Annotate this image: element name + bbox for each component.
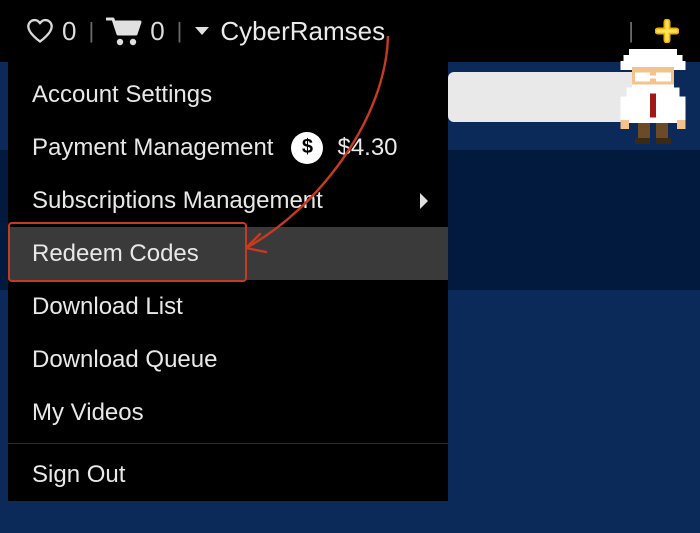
balance-amount: $4.30 [337, 134, 397, 162]
menu-label: My Videos [32, 399, 144, 427]
menu-download-queue[interactable]: Download Queue [8, 333, 448, 386]
wishlist-count: 0 [62, 16, 76, 47]
dollar-icon: $ [291, 132, 323, 164]
user-menu-trigger[interactable]: CyberRamses [194, 16, 385, 47]
separator: | [628, 18, 634, 44]
menu-divider [8, 443, 448, 444]
cart-count: 0 [150, 16, 164, 47]
menu-sign-out[interactable]: Sign Out [8, 448, 448, 501]
menu-subscriptions[interactable]: Subscriptions Management [8, 174, 448, 227]
menu-download-list[interactable]: Download List [8, 280, 448, 333]
menu-account-settings[interactable]: Account Settings [8, 68, 448, 121]
username-label: CyberRamses [220, 16, 385, 47]
top-header: 0 | 0 | CyberRamses | [0, 0, 700, 62]
separator: | [177, 18, 183, 44]
menu-label: Account Settings [32, 81, 212, 109]
menu-payment-management[interactable]: Payment Management $ $4.30 [8, 121, 448, 174]
separator: | [88, 18, 94, 44]
menu-label: Download List [32, 293, 183, 321]
mascot-icon [614, 46, 692, 144]
cart-icon[interactable] [106, 16, 142, 46]
menu-label: Payment Management [32, 134, 273, 162]
chevron-right-icon [418, 192, 430, 210]
menu-label: Subscriptions Management [32, 187, 323, 215]
menu-redeem-codes[interactable]: Redeem Codes [8, 227, 448, 280]
wishlist-icon[interactable] [26, 18, 54, 44]
menu-my-videos[interactable]: My Videos [8, 386, 448, 439]
plus-icon[interactable] [652, 16, 682, 46]
user-dropdown: Account Settings Payment Management $ $4… [8, 62, 448, 501]
menu-label: Sign Out [32, 461, 125, 489]
caret-down-icon [194, 25, 210, 37]
menu-label: Redeem Codes [32, 240, 199, 268]
menu-label: Download Queue [32, 346, 217, 374]
